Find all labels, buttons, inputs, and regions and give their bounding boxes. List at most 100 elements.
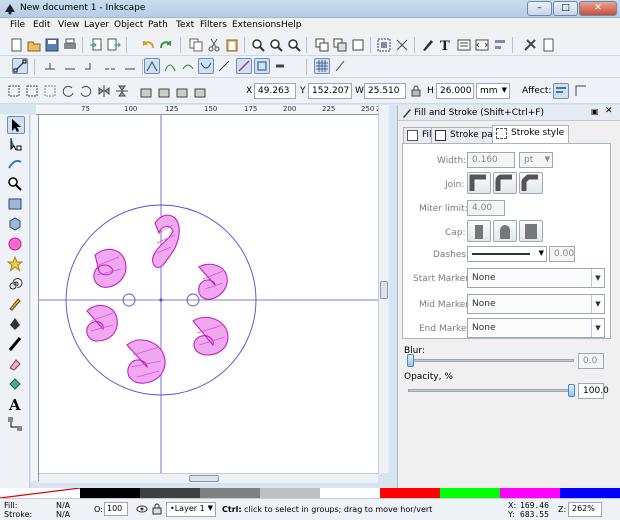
menu-help[interactable]: Help <box>281 20 302 30</box>
import-button[interactable] <box>88 37 104 53</box>
ungroup-icon[interactable] <box>394 37 410 53</box>
color-swatch[interactable] <box>140 488 200 498</box>
deselect-icon[interactable] <box>42 83 58 99</box>
menu-file[interactable]: File <box>10 20 25 30</box>
width-input[interactable]: 0.160 <box>467 152 515 168</box>
tweak-tool-icon[interactable] <box>7 156 25 174</box>
show-handles-icon[interactable] <box>332 58 348 74</box>
layers-icon[interactable] <box>456 37 472 53</box>
export-button[interactable] <box>106 37 122 53</box>
no-paint-swatch[interactable] <box>0 488 80 498</box>
drawing-canvas[interactable] <box>39 115 378 473</box>
pencil-tool-icon[interactable] <box>7 296 25 314</box>
dash-pattern-select[interactable]: ▼ <box>467 246 547 262</box>
panel-iconify-icon[interactable]: ▣ <box>591 107 599 116</box>
opacity-slider-track[interactable] <box>408 389 574 392</box>
round-cap-button[interactable] <box>493 220 517 242</box>
fill-stroke-icon[interactable] <box>420 37 436 53</box>
copy-icon[interactable] <box>188 37 204 53</box>
stroke-indicator-value[interactable]: N/A <box>56 510 70 519</box>
affect-stroke-icon[interactable] <box>553 83 569 99</box>
square-cap-button[interactable] <box>519 220 543 242</box>
cusp-node-icon[interactable] <box>144 58 160 74</box>
x-input[interactable]: 49.263 <box>254 83 296 99</box>
join-nodes-icon[interactable] <box>82 58 98 74</box>
h-input[interactable]: 26.000 <box>436 83 474 99</box>
y-input[interactable]: 152.207 <box>308 83 352 99</box>
zoom-drawing-icon[interactable] <box>268 37 284 53</box>
cut-icon[interactable] <box>206 37 222 53</box>
width-unit-select[interactable]: pt ▼ <box>519 152 553 168</box>
menu-path[interactable]: Path <box>148 20 168 30</box>
smooth-node-icon[interactable] <box>162 58 178 74</box>
unlink-clone-icon[interactable] <box>350 37 366 53</box>
open-button[interactable] <box>26 37 42 53</box>
save-button[interactable] <box>44 37 60 53</box>
pen-tool-icon[interactable] <box>7 316 25 334</box>
zoom-input[interactable]: 262% <box>568 502 602 517</box>
align-distribute-icon[interactable] <box>492 37 508 53</box>
stroke-to-path-icon[interactable] <box>272 58 288 74</box>
eye-icon[interactable] <box>136 503 148 515</box>
menu-text[interactable]: Text <box>176 20 194 30</box>
raise-to-top-icon[interactable] <box>138 83 154 99</box>
horizontal-ruler[interactable]: 75 100 125 150 175 200 225 250 275 <box>36 105 389 115</box>
menu-filters[interactable]: Filters <box>200 20 227 30</box>
connector-tool-icon[interactable] <box>7 416 25 434</box>
menu-layer[interactable]: Layer <box>84 20 109 30</box>
zoom-tool-icon[interactable] <box>7 176 25 194</box>
rectangle-tool-icon[interactable] <box>7 196 25 214</box>
duplicate-icon[interactable] <box>314 37 330 53</box>
blur-slider-track[interactable] <box>408 359 574 362</box>
join-segment-icon[interactable] <box>122 58 138 74</box>
select-all-icon[interactable] <box>6 83 22 99</box>
auto-smooth-icon[interactable] <box>198 58 214 74</box>
node-tool-icon[interactable] <box>7 136 25 154</box>
minimize-button[interactable]: – <box>527 1 552 16</box>
butt-cap-button[interactable] <box>467 220 491 242</box>
color-swatch[interactable] <box>320 488 380 498</box>
ellipse-tool-icon[interactable] <box>7 236 25 254</box>
color-swatch[interactable] <box>260 488 320 498</box>
line-segment-icon[interactable] <box>216 58 232 74</box>
dash-offset-input[interactable]: 0.00 <box>549 246 575 262</box>
miter-limit-input[interactable]: 4.00 <box>467 200 505 216</box>
vertical-ruler[interactable] <box>31 115 39 481</box>
paint-bucket-tool-icon[interactable] <box>7 376 25 394</box>
close-button[interactable]: ✕ <box>579 1 617 16</box>
lock-ratio-icon[interactable] <box>408 83 424 99</box>
color-swatch[interactable] <box>200 488 260 498</box>
miter-join-button[interactable] <box>467 172 491 194</box>
new-document-button[interactable] <box>8 37 24 53</box>
opacity-slider-knob[interactable] <box>568 384 575 397</box>
unit-select[interactable]: mm ▼ <box>476 83 510 99</box>
break-path-icon[interactable] <box>102 58 118 74</box>
text-font-icon[interactable]: T <box>438 37 454 54</box>
color-swatch[interactable] <box>440 488 500 498</box>
star-tool-icon[interactable] <box>6 255 25 274</box>
w-input[interactable]: 25.510 <box>364 83 406 99</box>
3d-box-tool-icon[interactable] <box>7 216 25 234</box>
blur-input[interactable]: 0.0 <box>578 353 604 369</box>
menu-edit[interactable]: Edit <box>33 20 50 30</box>
eraser-tool-icon[interactable] <box>7 356 25 374</box>
opacity-input[interactable]: 100.0 <box>578 383 609 399</box>
tab-stroke-style[interactable]: Stroke style <box>492 125 570 144</box>
redo-icon[interactable] <box>158 37 174 53</box>
group-icon[interactable] <box>376 37 392 53</box>
horizontal-scrollbar[interactable] <box>39 473 378 483</box>
color-swatch[interactable] <box>380 488 440 498</box>
zoom-selection-icon[interactable] <box>250 37 266 53</box>
xml-editor-icon[interactable] <box>474 37 490 53</box>
show-grid-icon[interactable] <box>314 58 330 74</box>
calligraphy-tool-icon[interactable] <box>7 336 25 354</box>
blur-slider-knob[interactable] <box>407 354 414 367</box>
symmetric-node-icon[interactable] <box>180 58 196 74</box>
node-select-icon[interactable] <box>12 58 28 74</box>
color-swatch[interactable] <box>560 488 620 498</box>
document-properties-icon[interactable] <box>540 37 556 53</box>
text-tool-icon[interactable]: A <box>7 396 25 414</box>
horizontal-scroll-thumb[interactable] <box>189 475 219 482</box>
rotate-cw-icon[interactable] <box>78 83 94 99</box>
color-swatch[interactable] <box>500 488 560 498</box>
